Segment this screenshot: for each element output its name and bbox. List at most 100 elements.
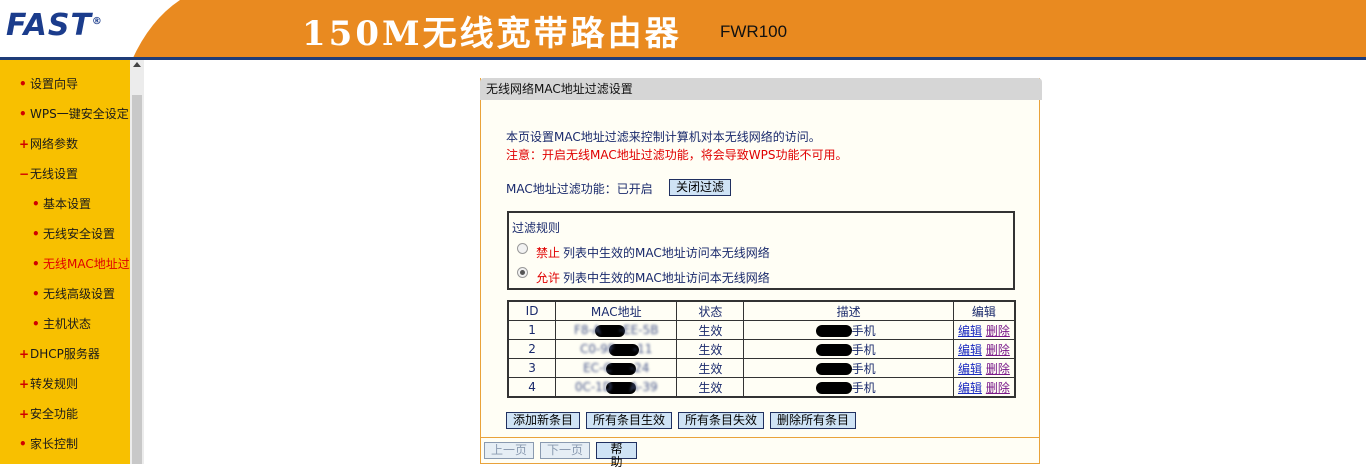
row-id: 3 (507, 358, 557, 378)
delete-link[interactable]: 删除 (986, 362, 1010, 376)
enable-all-button[interactable]: 所有条目生效 (586, 412, 672, 429)
row-id: 4 (507, 377, 557, 398)
logo-background (0, 0, 180, 60)
redaction-mark (815, 325, 852, 337)
bullet-icon: • (32, 287, 40, 301)
desc-text: 手机 (851, 380, 876, 395)
table-row: 2 C0-9F -11 生效 手机 编辑 删除 (507, 339, 1016, 359)
scrollbar-thumb[interactable] (132, 95, 142, 464)
row-desc: 手机 (743, 320, 954, 340)
add-entry-button[interactable]: 添加新条目 (506, 412, 580, 429)
row-status: 生效 (676, 339, 745, 359)
edit-link[interactable]: 编辑 (958, 381, 982, 395)
mac-filter-table: ID MAC地址 状态 描述 编辑 1 F8-A -EE-5B 生效 手机 编辑 删除 2 C… (507, 300, 1016, 398)
sidebar-item[interactable]: • 无线安全设置 (32, 219, 116, 249)
expand-icon: + (19, 377, 30, 391)
header-banner: FAST® 150M无线宽带路由器 FWR100 (0, 0, 1366, 60)
row-status: 生效 (676, 320, 745, 340)
sidebar-item[interactable]: • WPS一键安全设定 (19, 99, 129, 129)
disable-all-button[interactable]: 所有条目失效 (678, 412, 764, 429)
brand-logo: FAST® (6, 8, 103, 43)
sidebar-item-label: 主机状态 (43, 317, 92, 331)
sidebar-menu: • 设置向导 • WPS一键安全设定 + 网络参数 − 无线设置 • 基本设置 • 无线安全设置 • 无线… (0, 60, 130, 464)
sidebar-item[interactable]: − 无线设置 (19, 159, 78, 189)
sidebar-item[interactable]: + 安全功能 (19, 399, 79, 429)
row-id: 2 (507, 339, 557, 359)
deny-rule-text: 列表中生效的MAC地址访问本无线网络 (563, 246, 770, 260)
sidebar-item[interactable]: • 基本设置 (32, 189, 91, 219)
bullet-icon: • (32, 257, 40, 271)
prev-page-button[interactable]: 上一页 (484, 442, 534, 459)
page-description: 本页设置MAC地址过滤来控制计算机对本无线网络的访问。 (506, 130, 821, 144)
row-id: 1 (507, 320, 557, 340)
allow-rule-radio[interactable] (517, 267, 528, 278)
col-header-mac: MAC地址 (555, 300, 678, 321)
mac-prefix: EC-C (583, 361, 612, 375)
filter-status-label: MAC地址过滤功能：已开启 (506, 182, 653, 196)
expand-icon: + (19, 347, 30, 361)
table-row: 4 0C-1D A-39 生效 手机 编辑 删除 (507, 377, 1016, 398)
row-desc: 手机 (743, 377, 954, 398)
sidebar-item[interactable]: • 无线MAC地址过 (32, 249, 130, 279)
edit-link[interactable]: 编辑 (958, 362, 982, 376)
sidebar-item-label: DHCP服务器 (30, 347, 100, 361)
next-page-button[interactable]: 下一页 (540, 442, 590, 459)
table-row: 3 EC-C -24 生效 手机 编辑 删除 (507, 358, 1016, 378)
wps-warning-note: 注意：开启无线MAC地址过滤功能，将会导致WPS功能不可用。 (506, 148, 848, 162)
redaction-mark (815, 344, 852, 356)
edit-link[interactable]: 编辑 (958, 343, 982, 357)
allow-rule-text: 列表中生效的MAC地址访问本无线网络 (563, 271, 770, 285)
delete-link[interactable]: 删除 (986, 324, 1010, 338)
allow-keyword: 允许 (536, 271, 561, 285)
sidebar-item-label: 无线高级设置 (43, 287, 116, 301)
delete-link[interactable]: 删除 (986, 381, 1010, 395)
sidebar-item-label: 无线安全设置 (43, 227, 116, 241)
panel-divider (481, 437, 1040, 438)
sidebar-item-label: 网络参数 (30, 137, 79, 151)
sidebar-item-label: WPS一键安全设定 (30, 107, 129, 121)
filter-rules-legend: 过滤规则 (512, 221, 561, 235)
col-header-desc: 描述 (743, 300, 954, 321)
table-header-row: ID MAC地址 状态 描述 编辑 (507, 300, 1016, 321)
sidebar-item[interactable]: • 无线高级设置 (32, 279, 116, 309)
row-mac: C0-9F -11 (555, 339, 678, 359)
delete-link[interactable]: 删除 (986, 343, 1010, 357)
deny-rule-radio[interactable] (517, 243, 528, 254)
mac-prefix: F8-A (573, 323, 601, 337)
sidebar-item-label: 设置向导 (30, 77, 79, 91)
sidebar-scrollbar[interactable] (130, 60, 144, 464)
sidebar-item[interactable]: • 设置向导 (19, 69, 79, 99)
row-actions: 编辑 删除 (952, 339, 1016, 359)
scroll-up-arrow-icon[interactable] (133, 62, 141, 67)
sidebar-item[interactable]: + 转发规则 (19, 369, 78, 399)
row-actions: 编辑 删除 (952, 320, 1016, 340)
expand-icon: + (19, 407, 30, 421)
edit-link[interactable]: 编辑 (958, 324, 982, 338)
sidebar-item[interactable]: • 家长控制 (19, 429, 79, 459)
col-header-edit: 编辑 (952, 300, 1016, 321)
bullet-icon: • (19, 77, 27, 91)
sidebar-item[interactable]: + 网络参数 (19, 129, 79, 159)
product-model: FWR100 (720, 22, 788, 41)
row-actions: 编辑 删除 (952, 377, 1016, 398)
redaction-mark (815, 363, 852, 375)
sidebar-item-label: 家长控制 (30, 437, 79, 451)
help-button[interactable]: 帮 助 (596, 442, 637, 469)
sidebar-item[interactable]: • 主机状态 (32, 309, 92, 339)
row-status: 生效 (676, 377, 745, 398)
bullet-icon: • (32, 317, 40, 331)
deny-keyword: 禁止 (536, 246, 561, 260)
desc-text: 手机 (851, 361, 876, 376)
row-actions: 编辑 删除 (952, 358, 1016, 378)
product-title: 150M无线宽带路由器 (302, 14, 682, 54)
disable-filter-button[interactable]: 关闭过滤 (669, 179, 731, 196)
bullet-icon: • (19, 437, 27, 451)
redaction-mark (815, 382, 852, 394)
delete-all-button[interactable]: 删除所有条目 (770, 412, 856, 429)
mac-prefix: 0C-1D (574, 380, 613, 394)
desc-text: 手机 (851, 323, 876, 338)
mac-suffix: -11 (632, 342, 653, 356)
sidebar-item-label: 安全功能 (30, 407, 79, 421)
header-divider (0, 57, 1366, 60)
sidebar-item[interactable]: + DHCP服务器 (19, 339, 100, 369)
